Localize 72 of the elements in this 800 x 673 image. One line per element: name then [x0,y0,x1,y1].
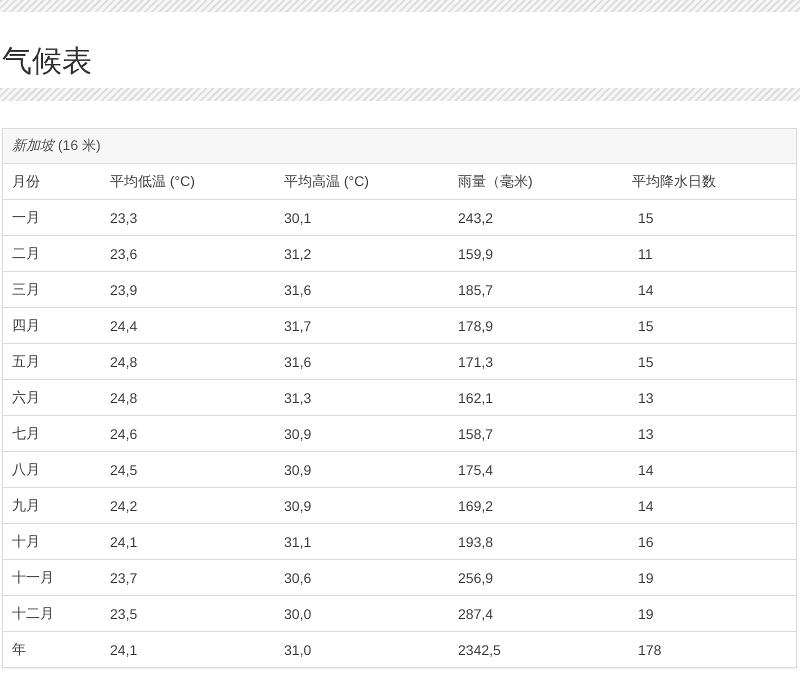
table-cell-text: 14 [637,462,655,478]
table-caption: 新加坡 (16 米) [3,129,796,164]
table-cell-text: 24,1 [109,534,138,550]
table-cell-text: 十月 [11,532,41,550]
table-cell-text: 11 [637,246,654,262]
table-cell-text: 三月 [11,280,41,298]
table-cell-text: 287,4 [457,606,494,622]
table-cell-text: 15 [637,354,655,370]
table-cell-text: 六月 [11,388,41,406]
table-cell-text: 2342,5 [457,642,502,658]
table-cell-text: 24,5 [109,462,138,478]
table-cell-text: 一月 [11,208,41,226]
table-cell-text: 30,1 [283,210,312,226]
table-cell-text: 24,6 [109,426,138,442]
table-cell-text: 23,3 [109,210,138,226]
table-cell-text: 24,8 [109,354,138,370]
table-cell-text: 24,4 [109,318,138,334]
table-cell-text: 年 [11,640,27,658]
table-cell-text: 31,7 [283,318,312,334]
table-cell-text: 14 [637,498,655,514]
table-cell-text: 175,4 [457,462,494,478]
table-cell-text: 178,9 [457,318,494,334]
table-cell-text: 30,9 [283,426,312,442]
table-cell-text: 十二月 [11,604,55,622]
table-cell-text: 31,2 [283,246,312,262]
table-cell-text: 178 [637,642,662,658]
table-cell-text: 15 [637,210,655,226]
table-cell-text: 15 [637,318,655,334]
page-heading: 气候表 [1,44,93,80]
table-cell-text: 162,1 [457,390,494,406]
table-cell-text: 31,6 [283,282,312,298]
table-cell-text: 五月 [11,352,41,370]
column-header: 平均降水日数 [631,172,717,190]
table-cell-text: 30,6 [283,570,312,586]
table-cell-text: 31,3 [283,390,312,406]
column-header: 平均低温 (°C) [109,172,196,190]
table-cell-text: 二月 [11,244,41,262]
table-cell-text: 31,6 [283,354,312,370]
column-header: 雨量（毫米) [457,172,534,190]
table-cell-text: 24,1 [109,642,138,658]
table-cell-text: 256,9 [457,570,494,586]
table-cell-text: 159,9 [457,246,494,262]
table-cell-text: 23,5 [109,606,138,622]
table-cell-text: 31,1 [283,534,312,550]
table-cell-text: 九月 [11,496,41,514]
table-cell-text: 七月 [11,424,41,442]
table-cell-text: 30,9 [283,462,312,478]
table-cell-text: 24,8 [109,390,138,406]
table-cell-text: 169,2 [457,498,494,514]
table-cell-text: 171,3 [457,354,494,370]
table-cell-text: 13 [637,390,655,406]
table-cell-text: 十一月 [11,568,55,586]
table-cell-text: 19 [637,606,655,622]
table-cell-text: 158,7 [457,426,494,442]
table-cell-text: 16 [637,534,655,550]
table-cell-text: 23,7 [109,570,138,586]
table-cell-text: 14 [637,282,655,298]
column-header: 平均高温 (°C) [283,172,370,190]
table-cell-text: 243,2 [457,210,494,226]
table-cell-text: 八月 [11,460,41,478]
table-cell-text: 30,9 [283,498,312,514]
table-cell-text: 24,2 [109,498,138,514]
table-cell-text: 四月 [11,316,41,334]
table-cell-text: 185,7 [457,282,494,298]
table-cell-text: 13 [637,426,655,442]
column-header: 月份 [11,172,41,190]
table-cell-text: 23,6 [109,246,138,262]
table-cell-text: 30,0 [283,606,312,622]
table-cell-text: 19 [637,570,655,586]
table-cell-text: 31,0 [283,642,312,658]
table-cell-text: 193,8 [457,534,494,550]
table-cell-text: 23,9 [109,282,138,298]
